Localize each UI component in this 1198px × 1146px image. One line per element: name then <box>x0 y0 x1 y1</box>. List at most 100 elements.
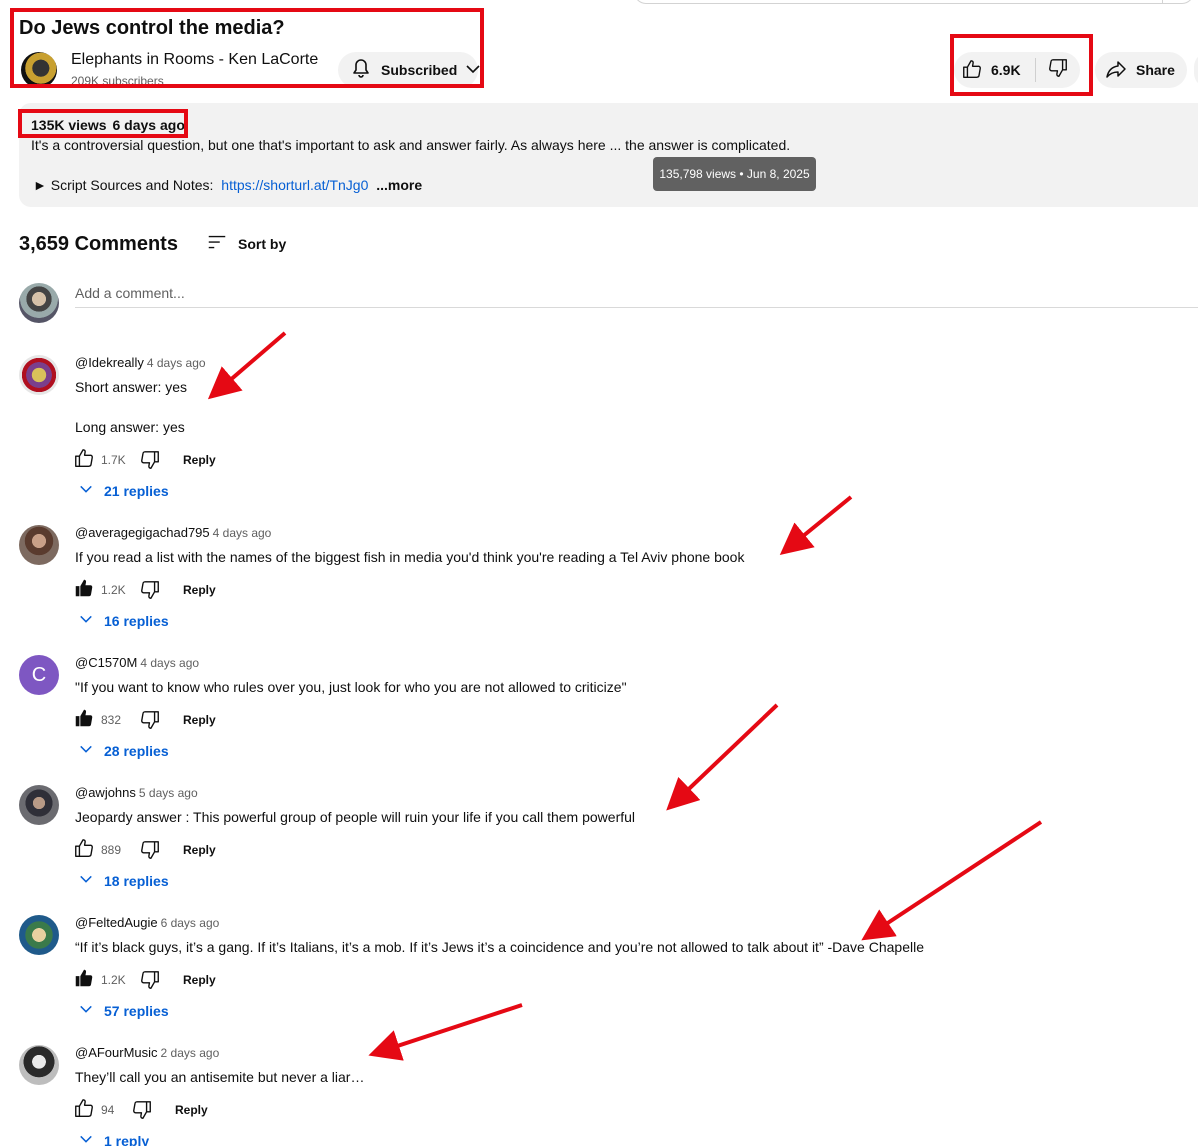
view-replies-button[interactable]: 57 replies <box>79 1002 169 1019</box>
comment-actions: 832 Reply <box>73 707 216 732</box>
commenter-avatar[interactable] <box>19 525 59 565</box>
comment-like-count: 1.2K <box>101 582 126 597</box>
reply-button[interactable]: Reply <box>183 713 216 727</box>
commenter-avatar[interactable]: C <box>19 655 59 695</box>
comment-text: Short answer: yes Long answer: yes <box>75 377 187 437</box>
share-label: Share <box>1136 62 1175 78</box>
comment-line: Long answer: yes <box>75 419 185 435</box>
comment-thread: @averagegigachad795 4 days ago If you rea… <box>0 525 1198 655</box>
thumb-up-icon[interactable] <box>73 837 95 862</box>
chevron-down-icon <box>79 482 93 499</box>
reply-button[interactable]: Reply <box>183 453 216 467</box>
thumb-down-icon[interactable] <box>131 1099 153 1121</box>
commenter-avatar[interactable] <box>19 915 59 955</box>
comment-time[interactable]: 5 days ago <box>139 786 198 800</box>
reply-button[interactable]: Reply <box>175 1103 208 1117</box>
dislike-button[interactable] <box>1036 52 1080 88</box>
subscribed-label: Subscribed <box>381 62 458 78</box>
comment-like-count: 1.2K <box>101 972 126 987</box>
comment-thread: @awjohns 5 days ago Jeopardy answer : Thi… <box>0 785 1198 915</box>
channel-avatar[interactable] <box>21 52 57 88</box>
view-replies-button[interactable]: 18 replies <box>79 872 169 889</box>
comment-header: @awjohns 5 days ago <box>75 785 198 800</box>
thumb-up-icon[interactable] <box>73 1097 95 1122</box>
thumb-down-icon[interactable] <box>139 969 161 991</box>
share-icon <box>1104 57 1128 84</box>
thumb-up-icon[interactable] <box>73 447 95 472</box>
search-box-edge[interactable] <box>634 0 1194 4</box>
comment-line: They’ll call you an antisemite but never… <box>75 1069 365 1085</box>
like-button[interactable]: 6.9K <box>954 52 1035 88</box>
add-comment-input[interactable]: Add a comment... <box>75 284 1198 308</box>
reply-button[interactable]: Reply <box>183 583 216 597</box>
reply-button[interactable]: Reply <box>183 973 216 987</box>
share-button[interactable]: Share <box>1095 52 1187 88</box>
comment-actions: 1.2K Reply <box>73 967 216 992</box>
avatar-letter: C <box>31 663 47 686</box>
comment-time[interactable]: 6 days ago <box>161 916 220 930</box>
comment-text: "If you want to know who rules over you,… <box>75 677 627 697</box>
thumb-up-icon <box>961 58 983 83</box>
views-tooltip: 135,798 views • Jun 8, 2025 <box>653 157 816 191</box>
more-button[interactable]: ...more <box>376 177 422 193</box>
subscribed-button[interactable]: Subscribed <box>338 52 480 88</box>
comment-header: @C1570M 4 days ago <box>75 655 199 670</box>
comment-author[interactable]: @awjohns <box>75 785 136 800</box>
comment-text: “If it’s black guys, it’s a gang. If it’… <box>75 937 924 957</box>
comment-author[interactable]: @C1570M <box>75 655 137 670</box>
chevron-down-icon <box>79 742 93 759</box>
upload-age: 6 days ago <box>112 117 185 133</box>
view-replies-button[interactable]: 1 reply <box>79 1132 149 1146</box>
view-count: 135K views <box>31 117 107 133</box>
comment-line: “If it’s black guys, it’s a gang. If it’… <box>75 939 924 955</box>
comment-author[interactable]: @Idekreally <box>75 355 144 370</box>
comment-thread: C @C1570M 4 days ago "If you want to know… <box>0 655 1198 785</box>
current-user-avatar <box>19 283 59 323</box>
thumb-up-filled-icon[interactable] <box>73 577 95 602</box>
view-replies-button[interactable]: 28 replies <box>79 742 169 759</box>
comment-author[interactable]: @AFourMusic <box>75 1045 158 1060</box>
channel-name[interactable]: Elephants in Rooms - Ken LaCorte <box>71 51 318 69</box>
view-count-date: 135K views 6 days ago <box>31 117 185 133</box>
more-actions-button[interactable] <box>1194 52 1198 88</box>
comment-author[interactable]: @averagegigachad795 <box>75 525 210 540</box>
comment-header: @averagegigachad795 4 days ago <box>75 525 271 540</box>
comment-thread: @Idekreally 4 days ago Short answer: yes L… <box>0 355 1198 499</box>
view-replies-button[interactable]: 21 replies <box>79 482 169 499</box>
comment-header: @FeltedAugie 6 days ago <box>75 915 219 930</box>
comment-time[interactable]: 2 days ago <box>161 1046 220 1060</box>
search-divider <box>1162 0 1163 4</box>
like-dislike-group: 6.9K <box>954 52 1080 88</box>
thumb-down-icon[interactable] <box>139 839 161 861</box>
comment-actions: 1.7K Reply <box>73 447 216 472</box>
description-text: It's a controversial question, but one t… <box>31 137 791 153</box>
comment-line: "If you want to know who rules over you,… <box>75 679 627 695</box>
comment-time[interactable]: 4 days ago <box>147 356 206 370</box>
thumb-down-icon[interactable] <box>139 449 161 471</box>
chevron-down-icon <box>79 1132 93 1146</box>
script-link[interactable]: https://shorturl.at/TnJg0 <box>221 177 368 193</box>
comment-like-count: 1.7K <box>101 452 126 467</box>
thumb-down-icon[interactable] <box>139 709 161 731</box>
replies-label: 57 replies <box>104 1002 169 1019</box>
commenter-avatar[interactable] <box>19 355 59 395</box>
reply-button[interactable]: Reply <box>183 843 216 857</box>
thumb-up-filled-icon[interactable] <box>73 707 95 732</box>
comment-time[interactable]: 4 days ago <box>140 656 199 670</box>
view-replies-button[interactable]: 16 replies <box>79 612 169 629</box>
thumb-down-icon[interactable] <box>139 579 161 601</box>
comment-like-count: 889 <box>101 842 122 857</box>
comment-line: Short answer: yes <box>75 379 188 395</box>
commenter-avatar[interactable] <box>19 785 59 825</box>
comment-author[interactable]: @FeltedAugie <box>75 915 158 930</box>
comment-line: Jeopardy answer : This powerful group of… <box>75 809 636 825</box>
comment-time[interactable]: 4 days ago <box>213 526 272 540</box>
commenter-avatar[interactable] <box>19 1045 59 1085</box>
replies-label: 28 replies <box>104 742 169 759</box>
video-title: Do Jews control the media? <box>19 17 285 39</box>
sort-icon <box>206 231 228 256</box>
replies-label: 16 replies <box>104 612 169 629</box>
thumb-up-filled-icon[interactable] <box>73 967 95 992</box>
sort-by-button[interactable]: Sort by <box>206 231 286 256</box>
comment-actions: 889 Reply <box>73 837 216 862</box>
